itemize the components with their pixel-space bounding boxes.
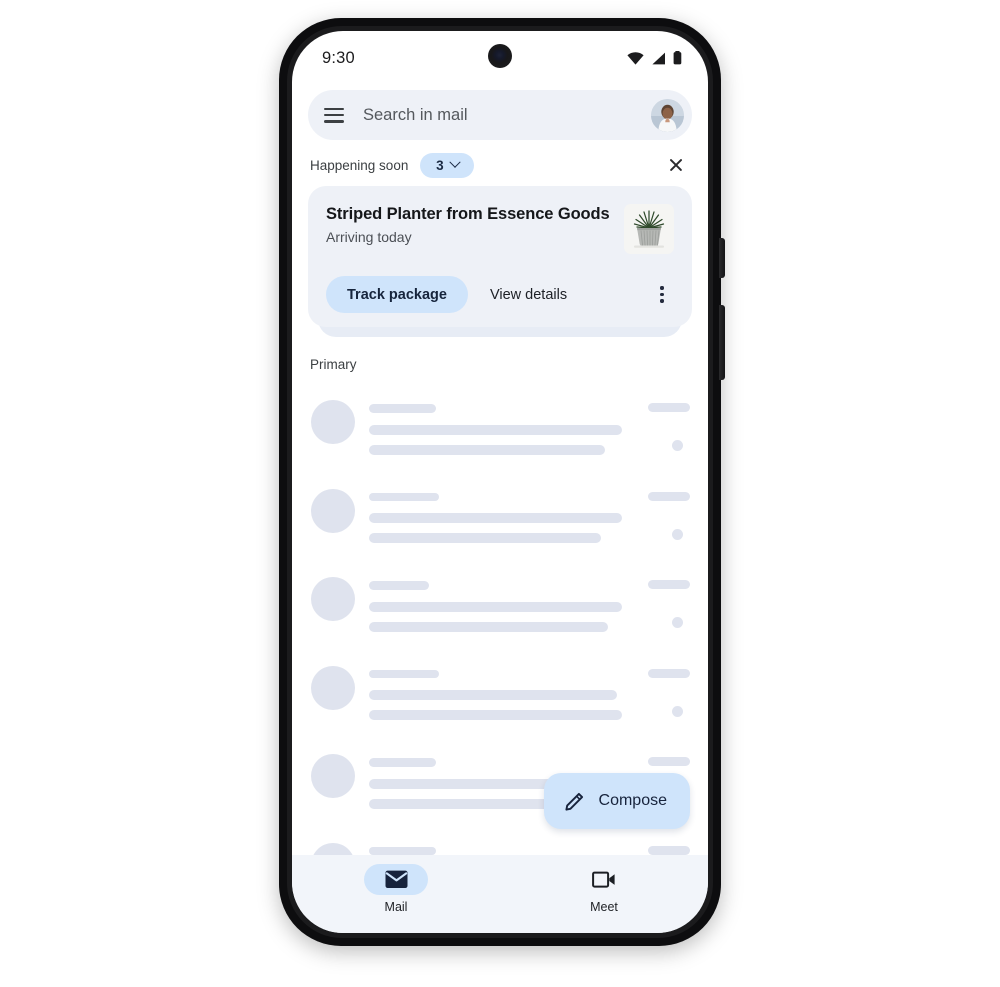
status-time: 9:30 — [322, 48, 355, 67]
skeleton-snippet — [369, 621, 608, 632]
package-card-actions: Track package View details — [326, 276, 674, 313]
happening-soon-label: Happening soon — [310, 157, 409, 173]
power-button[interactable] — [719, 305, 725, 380]
skeleton-snippet — [369, 710, 622, 720]
table-row[interactable] — [292, 652, 708, 741]
mail-list — [292, 386, 708, 917]
avatar — [311, 754, 355, 798]
skeleton-star-icon[interactable] — [672, 705, 683, 717]
avatar — [311, 665, 355, 710]
package-card-text: Striped Planter from Essence Goods Arriv… — [326, 204, 624, 245]
skeleton-timestamp — [648, 403, 690, 412]
nav-item-mail[interactable]: Mail — [292, 855, 500, 933]
skeleton-star-icon[interactable] — [672, 440, 683, 451]
nav-label-mail: Mail — [384, 900, 408, 914]
card-stack: Striped Planter from Essence Goods Arriv… — [308, 186, 692, 337]
skeleton-snippet — [369, 444, 605, 455]
nav-label-meet: Meet — [590, 900, 618, 914]
skeleton-sender — [369, 846, 436, 855]
hamburger-menu-icon[interactable] — [324, 107, 344, 123]
compose-button[interactable]: Compose — [543, 773, 690, 829]
skeleton-timestamp — [648, 491, 690, 501]
striped-planter-product-image — [624, 204, 674, 254]
compose-label: Compose — [598, 792, 667, 809]
package-card-header: Striped Planter from Essence Goods Arriv… — [326, 204, 674, 254]
battery-icon — [673, 51, 682, 65]
skeleton-sender — [369, 492, 439, 501]
bottom-navigation: Mail Meet — [292, 855, 708, 933]
skeleton-sender — [369, 404, 436, 413]
volume-button[interactable] — [719, 238, 725, 278]
pencil-edit-icon — [564, 792, 583, 811]
happening-soon-count-chip[interactable]: 3 — [420, 152, 475, 178]
skeleton-subject — [369, 690, 617, 700]
skeleton-timestamp — [648, 580, 690, 589]
skeleton-subject — [369, 601, 622, 612]
skeleton-snippet — [369, 533, 601, 543]
avatar — [311, 488, 355, 533]
cell-signal-icon — [652, 52, 665, 64]
envelope-icon — [385, 870, 407, 888]
skeleton-timestamp — [648, 845, 690, 855]
more-vert-icon[interactable] — [650, 283, 674, 307]
happening-soon-row: Happening soon 3 — [292, 144, 708, 186]
skeleton-sender — [369, 669, 439, 678]
front-camera-punch-hole — [488, 44, 512, 68]
status-icons — [627, 51, 682, 65]
wifi-icon — [627, 51, 644, 65]
skeleton-star-icon[interactable] — [672, 617, 683, 628]
skeleton-star-icon[interactable] — [672, 528, 683, 540]
package-card-title: Striped Planter from Essence Goods — [326, 205, 610, 223]
section-label-primary: Primary — [310, 357, 357, 372]
skeleton-sender — [369, 758, 436, 767]
video-camera-icon — [591, 871, 615, 888]
view-details-button[interactable]: View details — [490, 287, 567, 303]
track-package-button[interactable]: Track package — [326, 276, 468, 313]
package-card[interactable]: Striped Planter from Essence Goods Arriv… — [308, 186, 692, 327]
skeleton-timestamp — [648, 668, 690, 678]
table-row[interactable] — [292, 386, 708, 475]
account-avatar[interactable] — [651, 98, 684, 132]
skeleton-sender — [369, 581, 429, 590]
search-input[interactable]: Search in mail — [363, 106, 651, 125]
status-bar: 9:30 — [292, 31, 708, 85]
chevron-down-icon — [448, 156, 461, 168]
avatar — [311, 577, 355, 621]
skeleton-subject — [369, 424, 622, 435]
search-bar[interactable]: Search in mail — [308, 90, 692, 140]
table-row[interactable] — [292, 563, 708, 652]
nav-pill-meet — [572, 864, 636, 895]
skeleton-timestamp — [648, 757, 690, 766]
nav-item-meet[interactable]: Meet — [500, 855, 708, 933]
table-row[interactable] — [292, 475, 708, 564]
nav-pill-mail — [364, 864, 428, 895]
avatar — [311, 400, 355, 444]
happening-soon-count: 3 — [436, 157, 444, 173]
close-icon[interactable] — [666, 155, 686, 175]
phone-screen: 9:30 Search in mail Happening soon 3 Str… — [292, 31, 708, 933]
package-card-subtitle: Arriving today — [326, 228, 412, 245]
skeleton-subject — [369, 513, 622, 523]
